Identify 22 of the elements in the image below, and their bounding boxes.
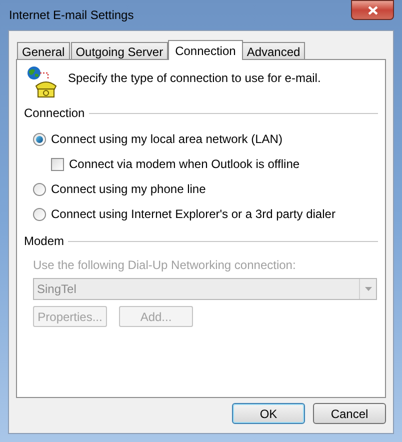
tab[interactable]: Connection: [168, 40, 243, 60]
radio-button[interactable]: [33, 182, 46, 196]
close-icon: [368, 6, 378, 14]
tab[interactable]: Advanced: [242, 42, 306, 59]
option-label: Connect using Internet Explorer's or a 3rd party dialer: [51, 206, 336, 223]
field-label: Use the following Dial-Up Networking connection:: [33, 257, 297, 274]
option-label: Connect using my local area network (LAN): [51, 131, 282, 148]
tab[interactable]: General: [17, 42, 70, 59]
group-label: Modem: [24, 233, 64, 250]
dialog-button[interactable]: Cancel: [313, 403, 386, 424]
group-label: Connection: [24, 105, 85, 122]
option-label: Connect using my phone line: [51, 181, 206, 198]
dialog-button[interactable]: OK: [232, 403, 305, 424]
window-title: Internet E-mail Settings: [8, 7, 134, 24]
radio-button[interactable]: [33, 132, 46, 146]
tab[interactable]: Outgoing Server: [70, 42, 168, 59]
radio-button[interactable]: [33, 208, 46, 220]
intro-text: Specify the type of connection to use for e-mail.: [68, 70, 321, 87]
option-label: Connect via modem when Outlook is offline: [69, 156, 300, 173]
dropdown-arrow-icon: [364, 287, 372, 291]
checkbox[interactable]: [51, 158, 64, 170]
close-button[interactable]: [351, 0, 394, 20]
